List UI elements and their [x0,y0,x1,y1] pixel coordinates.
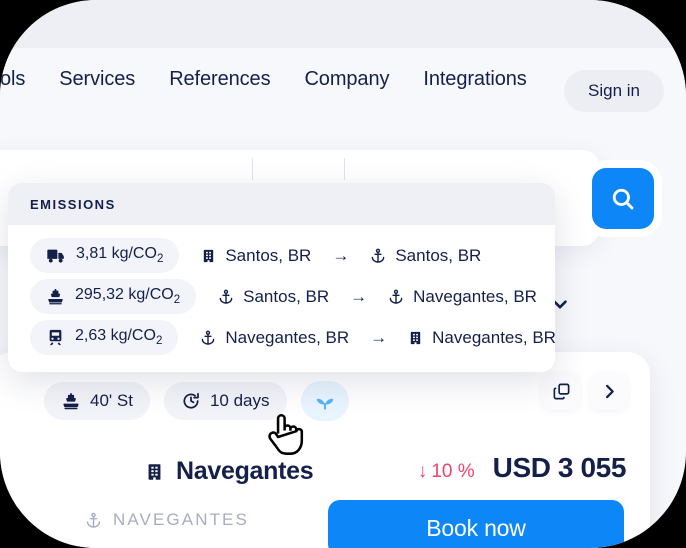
pill-container-type[interactable]: 40' St [44,382,150,420]
browser-chrome-bar [0,0,686,48]
emissions-route-origin: Santos, BR [218,287,329,307]
warehouse-icon [408,329,423,347]
emissions-row: 2,63 kg/CO2 Navegantes, BR → Navegantes,… [8,317,555,358]
emissions-origin-label: Navegantes, BR [225,327,350,347]
copy-button[interactable] [542,372,580,410]
ship-icon [46,287,65,306]
copy-icon [552,382,571,401]
emissions-title: EMISSIONS [30,197,116,212]
emissions-route: Santos, BR → [218,287,537,307]
price-amount: USD 3 055 [492,452,627,483]
pill-transit-time[interactable]: 10 days [163,382,287,420]
emissions-value: 295,32 kg/CO2 [75,286,181,307]
discount-arrow-icon: ↓ [417,461,428,482]
anchor-icon [218,288,234,306]
screenshot-root: ools Services References Company Integra… [0,0,686,548]
emissions-route-destination: Navegantes, BR [388,287,537,307]
warehouse-icon [145,461,164,483]
emissions-row: 295,32 kg/CO2 Santos, BR → Navegantes, B… [8,276,555,317]
emissions-destination-label: Navegantes, BR [432,327,555,347]
browser-page-surface: ools Services References Company Integra… [0,0,686,548]
result-attribute-pills: 40' St 10 days [44,381,349,421]
emissions-route-origin: Navegantes, BR [200,328,349,348]
emissions-value-chip: 2,63 kg/CO2 [30,320,179,355]
arrow-right-icon: → [350,286,368,306]
emissions-value: 2,63 kg/CO2 [75,327,163,348]
ship-icon [61,391,81,411]
nav-menu: ools Services References Company Integra… [0,68,544,91]
emissions-destination-label: Santos, BR [395,245,482,265]
destination-block: Navegantes [145,457,314,486]
emissions-panel-header: EMISSIONS [8,183,555,225]
emissions-route-destination: Santos, BR [370,246,481,266]
pill-transit-time-label: 10 days [209,391,270,410]
emissions-origin-label: Santos, BR [225,245,312,265]
nav-item-company[interactable]: Company [287,68,406,91]
chevron-right-icon [600,382,619,401]
nav-item-services[interactable]: Services [42,68,152,91]
arrow-right-icon: → [370,327,388,347]
pill-eco-emissions[interactable] [300,381,349,421]
site-navbar: ools Services References Company Integra… [0,48,686,133]
truck-icon [46,246,66,266]
emissions-value: 3,81 kg/CO2 [76,245,164,266]
destination-port-block: NAVEGANTES [85,510,249,530]
card-action-buttons [542,372,628,410]
anchor-icon [388,288,404,306]
emissions-row: 3,81 kg/CO2 Santos, BR → Santos, BR [8,235,555,276]
anchor-icon [370,247,386,265]
nav-item-tools[interactable]: ools [0,68,42,91]
train-icon [46,328,65,347]
search-divider-2 [344,158,345,180]
arrow-right-icon: → [332,245,350,265]
emissions-route: Navegantes, BR → Navegantes, BR [200,328,555,348]
sprout-icon [314,390,336,412]
emissions-destination-label: Navegantes, BR [413,286,537,306]
emissions-route-destination: Navegantes, BR [408,328,555,348]
sign-in-button[interactable]: Sign in [564,70,664,112]
search-divider-1 [252,158,253,180]
discount-value: 10 % [431,461,475,482]
anchor-icon [200,329,216,347]
nav-item-integrations[interactable]: Integrations [406,68,543,91]
discount-badge: ↓ 10 % [418,461,475,483]
emissions-rows: 3,81 kg/CO2 Santos, BR → Santos, BR 295,… [8,225,555,372]
search-icon [610,186,636,212]
anchor-icon [85,511,102,530]
emissions-value-chip: 295,32 kg/CO2 [30,279,197,314]
expand-button[interactable] [590,372,628,410]
emissions-value-chip: 3,81 kg/CO2 [30,238,180,273]
search-button[interactable] [592,168,654,229]
warehouse-icon [201,247,216,265]
emissions-tooltip-panel: EMISSIONS 3,81 kg/CO2 Santos, BR → Santo… [8,183,555,372]
timer-icon [181,391,201,411]
nav-item-references[interactable]: References [152,68,287,91]
pill-container-type-label: 40' St [90,391,133,410]
emissions-origin-label: Santos, BR [243,286,330,306]
book-now-button[interactable]: Book now [328,500,624,548]
destination-name: Navegantes [176,457,314,485]
destination-port-name: NAVEGANTES [113,510,249,529]
emissions-route: Santos, BR → [201,246,481,266]
search-result-card: 40' St 10 days Navegantes NAVEGANTES ↓ 1… [0,352,650,548]
emissions-route-origin: Santos, BR [201,246,311,266]
price-block: ↓ 10 % USD 3 055 [418,452,627,484]
